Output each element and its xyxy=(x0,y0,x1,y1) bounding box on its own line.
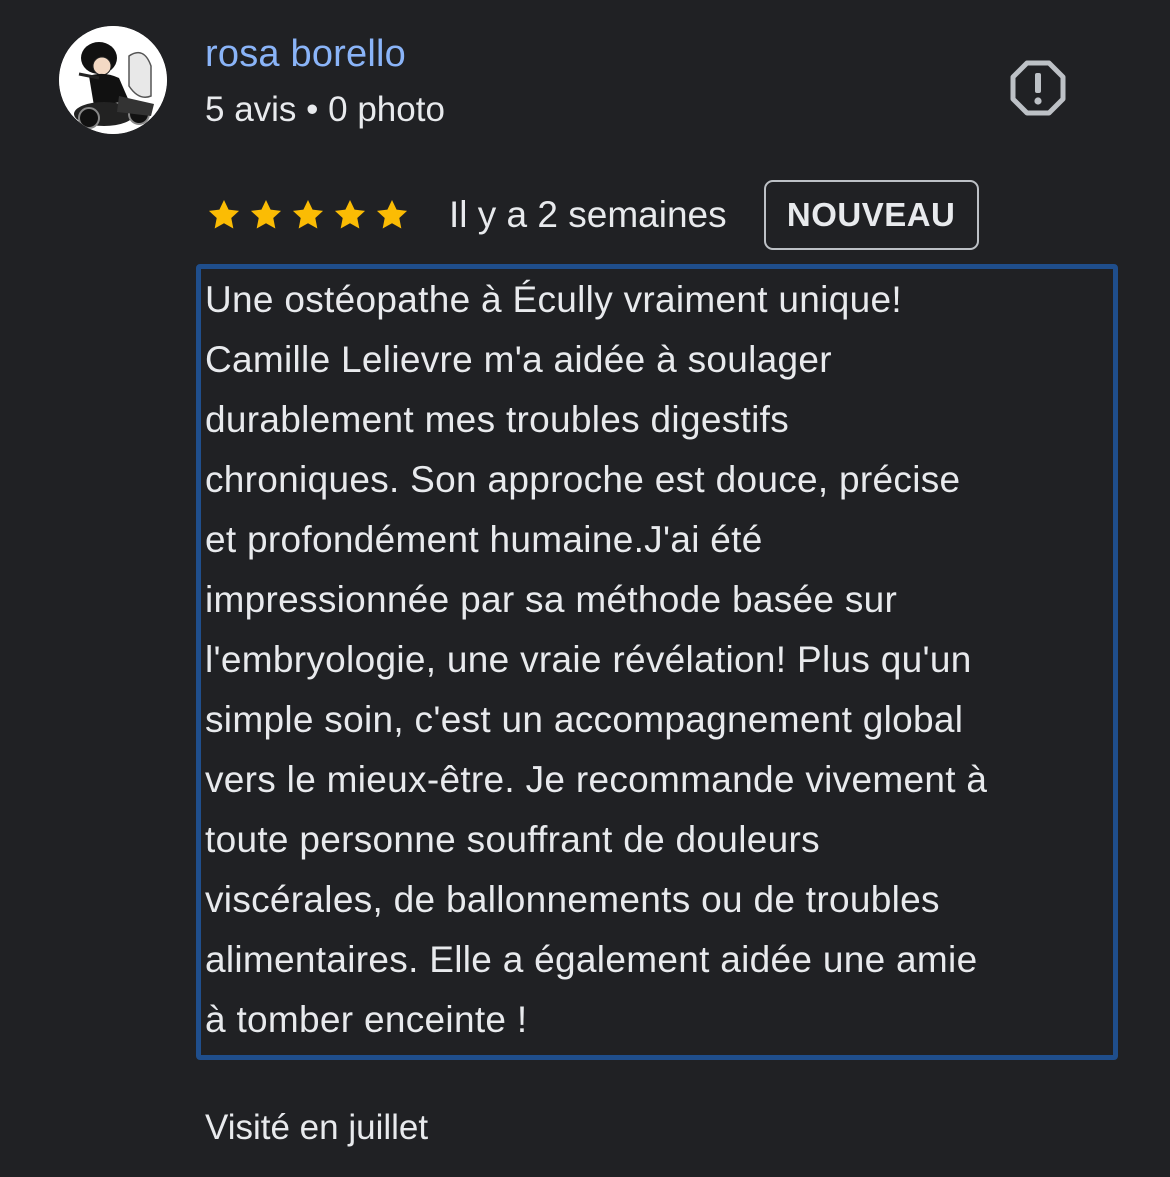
star-icon xyxy=(205,196,243,234)
review-line: et profondément humaine.J'ai été xyxy=(205,519,763,560)
star-icon xyxy=(331,196,369,234)
review-line: durablement mes troubles digestifs xyxy=(205,399,789,440)
star-icon xyxy=(373,196,411,234)
review-line: alimentaires. Elle a également aidée une… xyxy=(205,939,978,980)
star-rating xyxy=(205,196,411,234)
star-icon xyxy=(247,196,285,234)
new-badge: NOUVEAU xyxy=(763,180,979,250)
user-avatar-icon xyxy=(59,26,167,134)
author-review-count: 5 avis • 0 photo xyxy=(205,90,445,129)
review-line: Camille Lelievre m'a aidée à soulager xyxy=(205,339,832,380)
review-line: impressionnée par sa méthode basée sur xyxy=(205,579,898,620)
review-text: Une ostéopathe à Écully vraiment unique!… xyxy=(205,270,1115,1050)
review-line: toute personne souffrant de douleurs xyxy=(205,819,820,860)
review-line: chroniques. Son approche est douce, préc… xyxy=(205,459,961,500)
star-icon xyxy=(289,196,327,234)
review-date: Il y a 2 semaines xyxy=(449,194,727,235)
review-line: viscérales, de ballonnements ou de troub… xyxy=(205,879,940,920)
visit-date: Visité en juillet xyxy=(205,1108,429,1147)
report-button[interactable] xyxy=(1008,58,1068,118)
review-line: simple soin, c'est un accompagnement glo… xyxy=(205,699,964,740)
review-line: l'embryologie, une vraie révélation! Plu… xyxy=(205,639,972,680)
review-line: à tomber enceinte ! xyxy=(205,999,528,1040)
review-line: Une ostéopathe à Écully vraiment unique! xyxy=(205,279,902,320)
author-name[interactable]: rosa borello xyxy=(205,32,406,76)
review-card: rosa borello 5 avis • 0 photo Il y a 2 s… xyxy=(0,0,1170,1177)
author-avatar[interactable] xyxy=(59,26,167,134)
review-line: vers le mieux-être. Je recommande viveme… xyxy=(205,759,988,800)
report-flag-icon xyxy=(1010,60,1066,116)
rating-row: Il y a 2 semaines NOUVEAU xyxy=(205,178,979,252)
